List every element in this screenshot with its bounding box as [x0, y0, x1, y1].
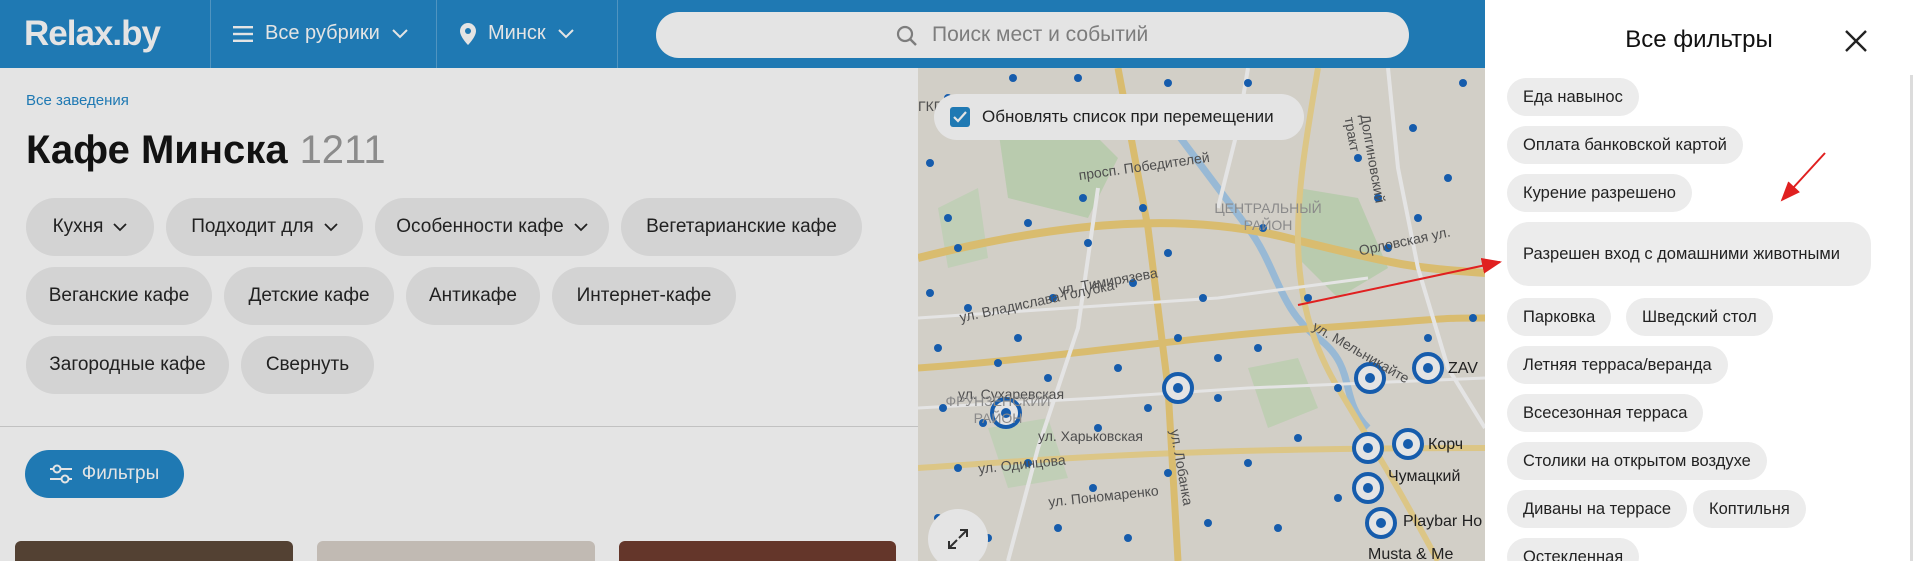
annotation-arrows — [1297, 152, 1826, 306]
annotation-arrow — [1297, 257, 1502, 306]
annotation-arrow — [1780, 152, 1826, 202]
